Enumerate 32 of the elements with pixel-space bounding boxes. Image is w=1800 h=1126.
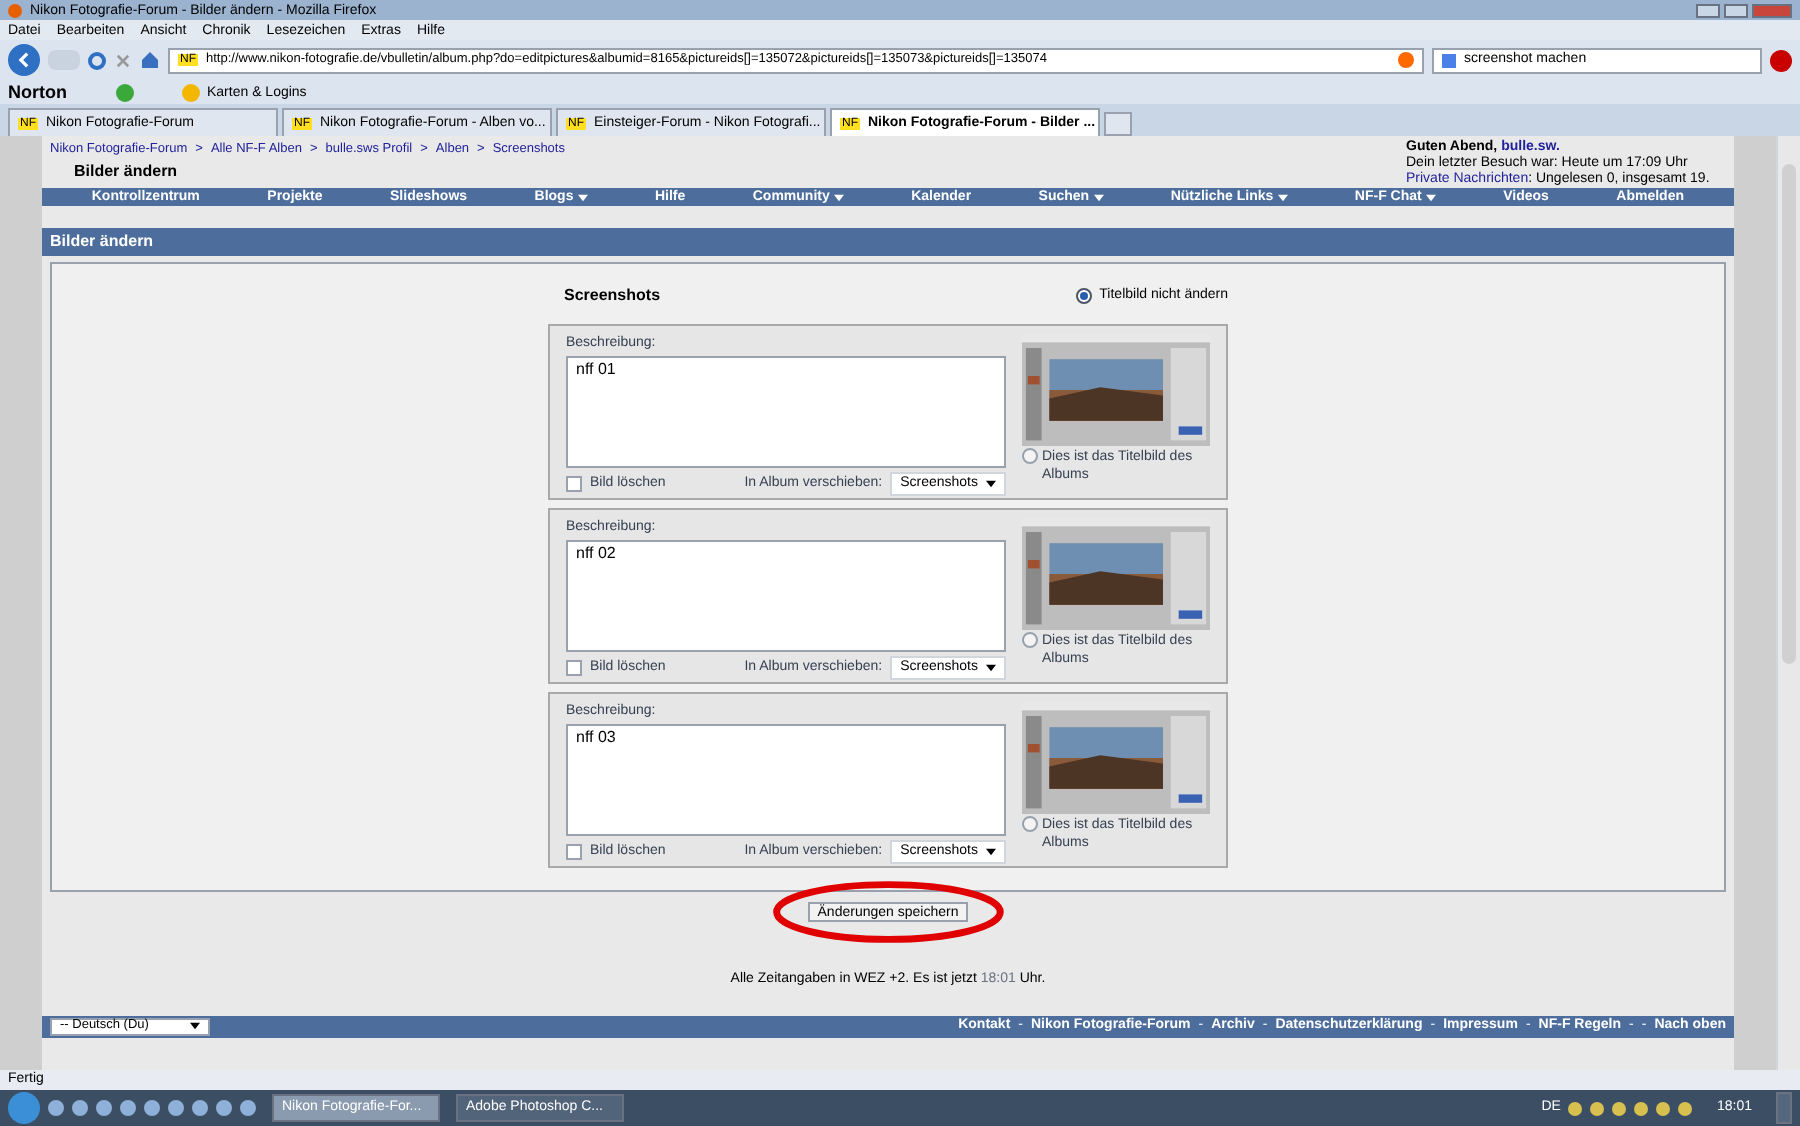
minimize-icon[interactable] [1696, 3, 1720, 17]
stop-icon[interactable] [114, 51, 132, 69]
radio-button[interactable] [1022, 448, 1038, 464]
album-title: Screenshots [564, 284, 661, 308]
home-icon[interactable] [140, 50, 160, 70]
back-button[interactable] [8, 44, 40, 76]
caret-icon [1425, 193, 1436, 201]
close-icon[interactable] [1752, 3, 1792, 17]
norton-logo[interactable]: Norton [8, 83, 67, 101]
section-header: Bilder ändern [42, 228, 1734, 256]
radio-button[interactable] [1075, 288, 1092, 304]
caret-icon [833, 193, 844, 201]
maximize-icon[interactable] [1724, 3, 1748, 17]
caret-icon [986, 847, 996, 856]
description-field[interactable]: nff 01 [566, 355, 1006, 467]
caret-icon [190, 1022, 200, 1030]
caret-icon [577, 193, 588, 201]
start-button[interactable] [8, 1092, 40, 1124]
scrollbar[interactable] [1776, 136, 1800, 1070]
caret-icon [986, 479, 996, 488]
description-field[interactable]: nff 03 [566, 723, 1006, 835]
radio-button[interactable] [1022, 816, 1038, 832]
caret-icon [1277, 193, 1288, 201]
caret-icon [986, 663, 996, 672]
description-field[interactable]: nff 02 [566, 539, 1006, 651]
radio-button[interactable] [1022, 632, 1038, 648]
new-tab-button[interactable] [1104, 112, 1132, 136]
checkbox[interactable] [566, 843, 582, 860]
page-title: Bilder ändern [74, 159, 180, 184]
checkbox[interactable] [566, 659, 582, 676]
caret-icon [1093, 193, 1104, 201]
checkbox[interactable] [566, 475, 582, 492]
